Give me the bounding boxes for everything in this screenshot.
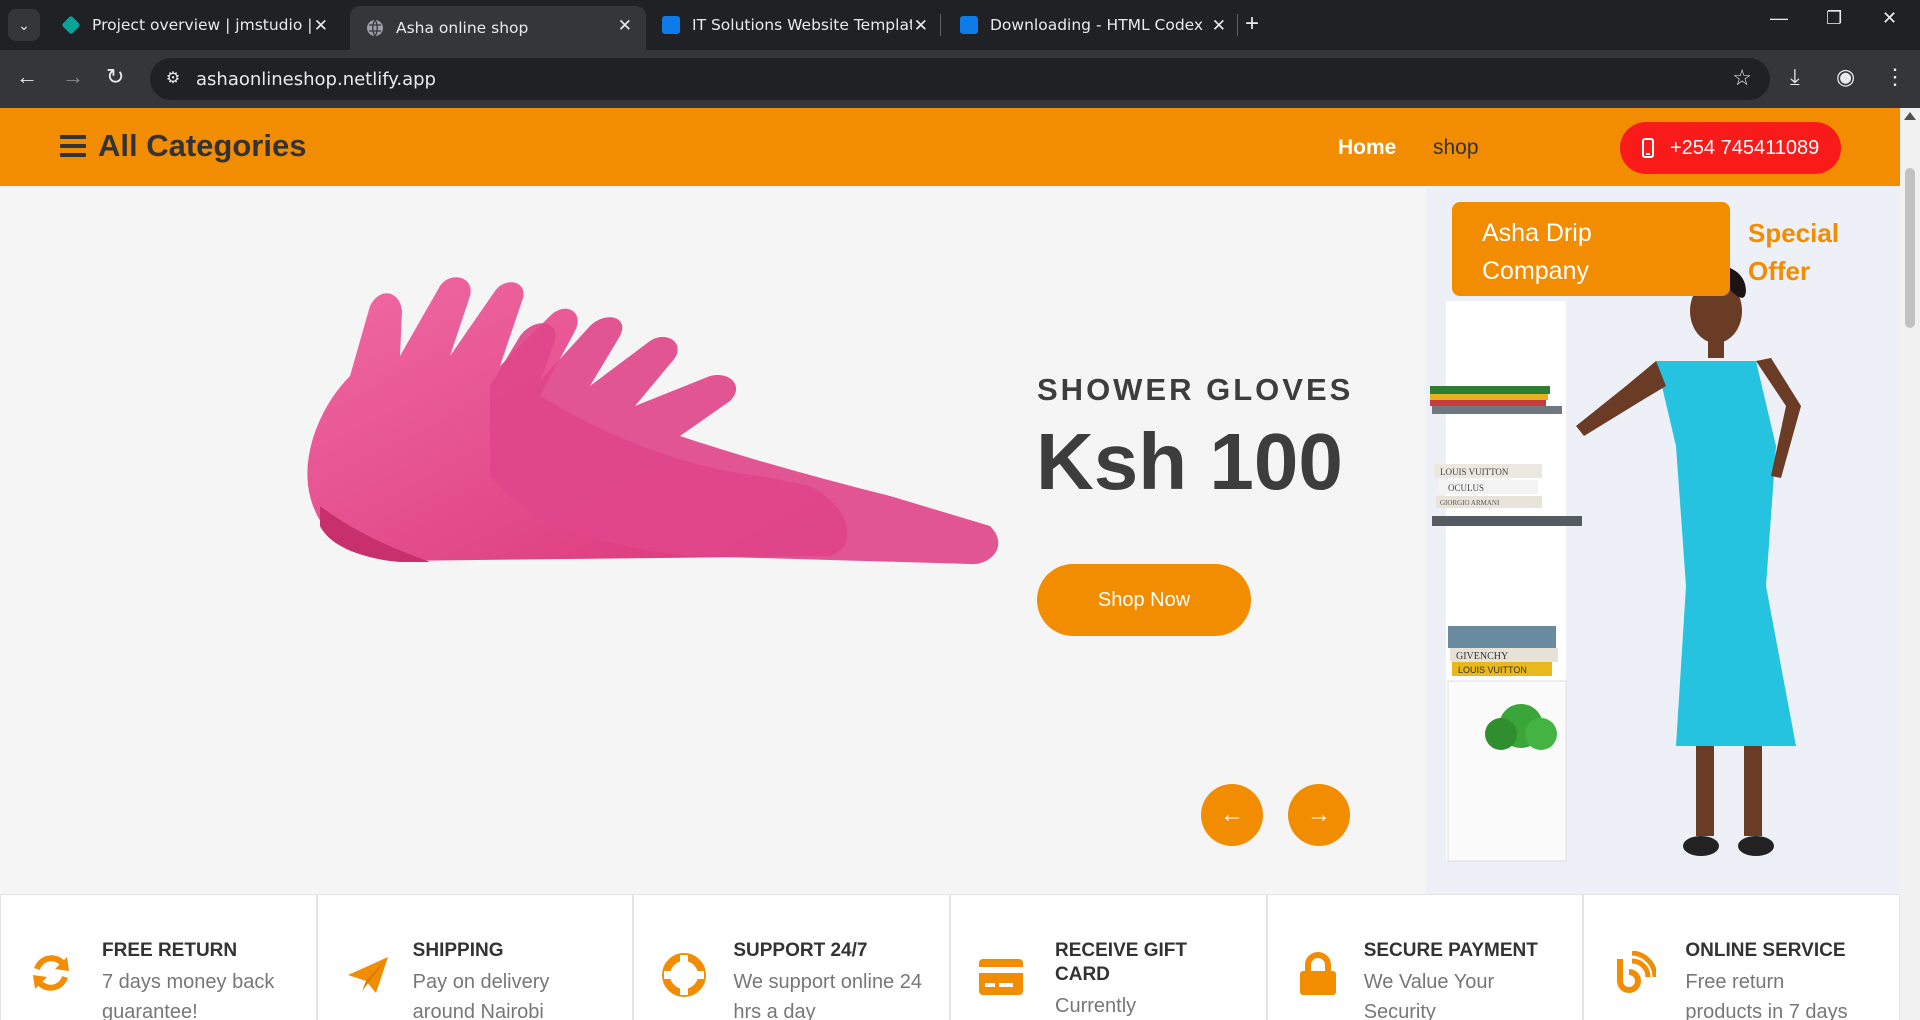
- tab-title: Downloading - HTML Codex: [990, 16, 1204, 34]
- nav-link-home[interactable]: Home: [1338, 136, 1396, 160]
- book-stack-1: [1430, 386, 1550, 406]
- browser-tab[interactable]: IT Solutions Website Template F ✕: [646, 6, 942, 44]
- credit-card-icon: [979, 959, 1024, 995]
- feature-free-return: FREE RETURN 7 days money back guarantee!: [0, 894, 317, 1020]
- hero-product-name: SHOWER GLOVES: [1037, 372, 1354, 407]
- blog-icon: [1617, 951, 1657, 993]
- htmlcodex-icon: [960, 16, 978, 34]
- close-window-icon[interactable]: ✕: [1882, 8, 1897, 29]
- mobile-phone-icon: [1642, 138, 1654, 158]
- feature-text: Currently Unvailable: [1055, 995, 1137, 1017]
- scrollbar-thumb[interactable]: [1905, 168, 1915, 328]
- feature-text: Free return products in 7 days: [1685, 971, 1848, 1020]
- feature-gift-card: RECEIVE GIFT CARD Currently Unvailable: [950, 894, 1267, 1020]
- close-icon[interactable]: ✕: [618, 16, 632, 36]
- menu-kebab-icon[interactable]: ⋮: [1884, 64, 1906, 90]
- offer-company-badge: Asha Drip Company: [1452, 202, 1730, 296]
- profile-icon[interactable]: ◉: [1836, 64, 1855, 90]
- forward-icon[interactable]: →: [62, 64, 84, 90]
- address-bar[interactable]: ⚙ ashaonlineshop.netlify.app ☆: [150, 58, 1770, 100]
- tab-separator: [940, 14, 941, 36]
- feature-text: 7 days money back guarantee!: [102, 971, 275, 1020]
- close-icon[interactable]: ✕: [314, 16, 328, 36]
- bookmark-star-icon[interactable]: ☆: [1732, 65, 1752, 91]
- svg-text:OCULUS: OCULUS: [1448, 483, 1484, 493]
- hero-carousel: SHOWER GLOVES Ksh 100 Shop Now ← →: [0, 186, 1426, 894]
- svg-text:GIORGIO ARMANI: GIORGIO ARMANI: [1440, 499, 1500, 507]
- feature-title: FREE RETURN: [102, 940, 238, 961]
- feature-secure-payment: SECURE PAYMENT We Value Your Security: [1266, 894, 1584, 1020]
- browser-tab-active[interactable]: Asha online shop ✕: [350, 6, 646, 50]
- scroll-up-arrow-icon[interactable]: [1904, 112, 1916, 120]
- netlify-diamond-icon: [61, 15, 81, 35]
- new-tab-button[interactable]: +: [1245, 10, 1259, 38]
- carousel-next-button[interactable]: →: [1288, 784, 1350, 846]
- nav-link-shop[interactable]: shop: [1433, 136, 1479, 160]
- carousel-prev-button[interactable]: ←: [1201, 784, 1263, 846]
- phone-number: +254 745411089: [1670, 136, 1820, 159]
- lock-icon: [1299, 952, 1336, 995]
- web-page: All Categories Home shop +254 745411089 …: [0, 108, 1900, 1020]
- tab-title: Asha online shop: [396, 19, 529, 37]
- tab-search-button[interactable]: ⌄: [8, 9, 40, 41]
- all-categories-label: All Categories: [98, 128, 307, 163]
- htmlcodex-icon: [662, 16, 680, 34]
- arrow-right-icon: →: [1307, 801, 1331, 828]
- chevron-down-icon: ⌄: [18, 16, 30, 33]
- hamburger-icon: [60, 135, 86, 157]
- book-stack-2: LOUIS VUITTON OCULUS GIORGIO ARMANI: [1434, 464, 1542, 508]
- tab-title: IT Solutions Website Template F: [692, 16, 912, 34]
- feature-online-service: ONLINE SERVICE Free return products in 7…: [1583, 894, 1900, 1020]
- tab-separator: [1237, 14, 1238, 36]
- feature-text: Pay on delivery around Nairobi: [412, 971, 550, 1020]
- special-offer-panel[interactable]: LOUIS VUITTON OCULUS GIORGIO ARMANI GIVE…: [1426, 186, 1900, 894]
- back-icon[interactable]: ←: [16, 64, 38, 90]
- feature-title: SHIPPING: [412, 940, 504, 961]
- paper-plane-icon: [347, 957, 388, 993]
- browser-tab[interactable]: Project overview | jmstudio | Ne ✕: [46, 6, 342, 44]
- reload-icon[interactable]: ↻: [106, 64, 124, 90]
- life-ring-icon: [662, 953, 707, 997]
- browser-tab[interactable]: Downloading - HTML Codex ✕: [944, 6, 1240, 44]
- svg-text:LOUIS VUITTON: LOUIS VUITTON: [1458, 665, 1527, 675]
- minimize-icon[interactable]: —: [1770, 8, 1788, 29]
- shower-gloves-image: [307, 277, 999, 565]
- refresh-icon: [33, 955, 69, 991]
- tab-title: Project overview | jmstudio | Ne: [92, 16, 312, 34]
- phone-call-button[interactable]: +254 745411089: [1620, 122, 1841, 174]
- close-icon[interactable]: ✕: [1212, 16, 1226, 36]
- book-stack-3: GIVENCHY LOUIS VUITTON: [1448, 626, 1558, 676]
- feature-text: We Value Your Security: [1363, 971, 1495, 1020]
- globe-icon: [366, 19, 384, 37]
- close-icon[interactable]: ✕: [914, 16, 928, 36]
- feature-title: RECEIVE GIFT CARD: [1055, 940, 1187, 985]
- feature-strip: FREE RETURN 7 days money back guarantee!…: [0, 894, 1900, 1020]
- shop-now-button[interactable]: Shop Now: [1037, 564, 1251, 636]
- arrow-left-icon: ←: [1220, 801, 1244, 828]
- site-info-icon[interactable]: ⚙: [162, 68, 184, 90]
- hero-price: Ksh 100: [1036, 417, 1343, 506]
- page-scrollbar[interactable]: [1900, 108, 1920, 1020]
- all-categories-menu[interactable]: All Categories: [60, 128, 306, 164]
- feature-text: We support online 24 hrs a day: [733, 971, 922, 1020]
- download-icon[interactable]: ⤓: [1790, 64, 1800, 90]
- special-offer-title: Special Offer: [1748, 218, 1840, 286]
- restore-icon[interactable]: ❐: [1826, 8, 1842, 29]
- browser-tab-strip: ⌄ Project overview | jmstudio | Ne ✕ Ash…: [0, 0, 1920, 50]
- feature-title: ONLINE SERVICE: [1685, 940, 1846, 961]
- url-text[interactable]: ashaonlineshop.netlify.app: [196, 69, 436, 90]
- site-navbar: All Categories Home shop +254 745411089: [0, 108, 1900, 186]
- feature-shipping: SHIPPING Pay on delivery around Nairobi: [316, 894, 634, 1020]
- browser-toolbar: ← → ↻ ⚙ ashaonlineshop.netlify.app ☆ ⤓ ◉…: [0, 50, 1920, 108]
- svg-text:LOUIS VUITTON: LOUIS VUITTON: [1440, 467, 1509, 477]
- feature-support: SUPPORT 24/7 We support online 24 hrs a …: [633, 894, 951, 1020]
- svg-text:GIVENCHY: GIVENCHY: [1456, 651, 1508, 662]
- feature-title: SECURE PAYMENT: [1363, 940, 1538, 961]
- feature-title: SUPPORT 24/7: [733, 940, 868, 961]
